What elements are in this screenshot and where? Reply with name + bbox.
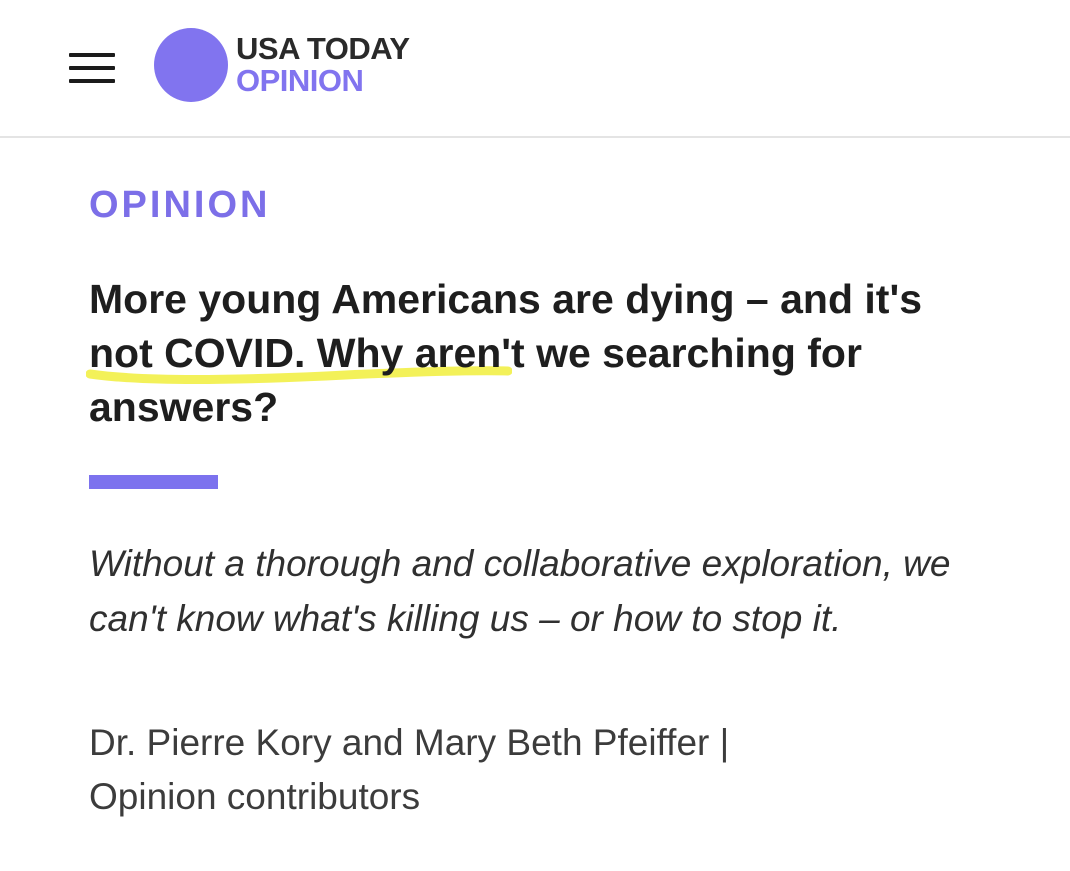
hamburger-menu-icon[interactable] <box>66 48 118 88</box>
article-page: USA TODAY OPINION OPINION More young Ame… <box>0 0 1070 871</box>
accent-bar <box>89 475 218 489</box>
byline-authors[interactable]: Dr. Pierre Kory and Mary Beth Pfeiffer <box>89 722 709 763</box>
byline-separator: | <box>719 722 730 763</box>
usa-today-logo-circle[interactable] <box>154 28 228 102</box>
article-headline[interactable]: More young Americans are dying – and it'… <box>89 272 949 434</box>
site-header: USA TODAY OPINION <box>0 0 1070 138</box>
article-deck: Without a thorough and collaborative exp… <box>89 543 951 639</box>
site-logo-text[interactable]: USA TODAY OPINION <box>236 33 410 97</box>
menu-line <box>69 79 115 83</box>
logo-section: OPINION <box>236 63 364 98</box>
logo-title: USA TODAY <box>236 31 410 66</box>
section-label[interactable]: OPINION <box>89 184 270 227</box>
byline: Dr. Pierre Kory and Mary Beth Pfeiffer |… <box>89 716 969 824</box>
menu-line <box>69 53 115 57</box>
menu-line <box>69 66 115 70</box>
byline-role: Opinion contributors <box>89 776 421 817</box>
